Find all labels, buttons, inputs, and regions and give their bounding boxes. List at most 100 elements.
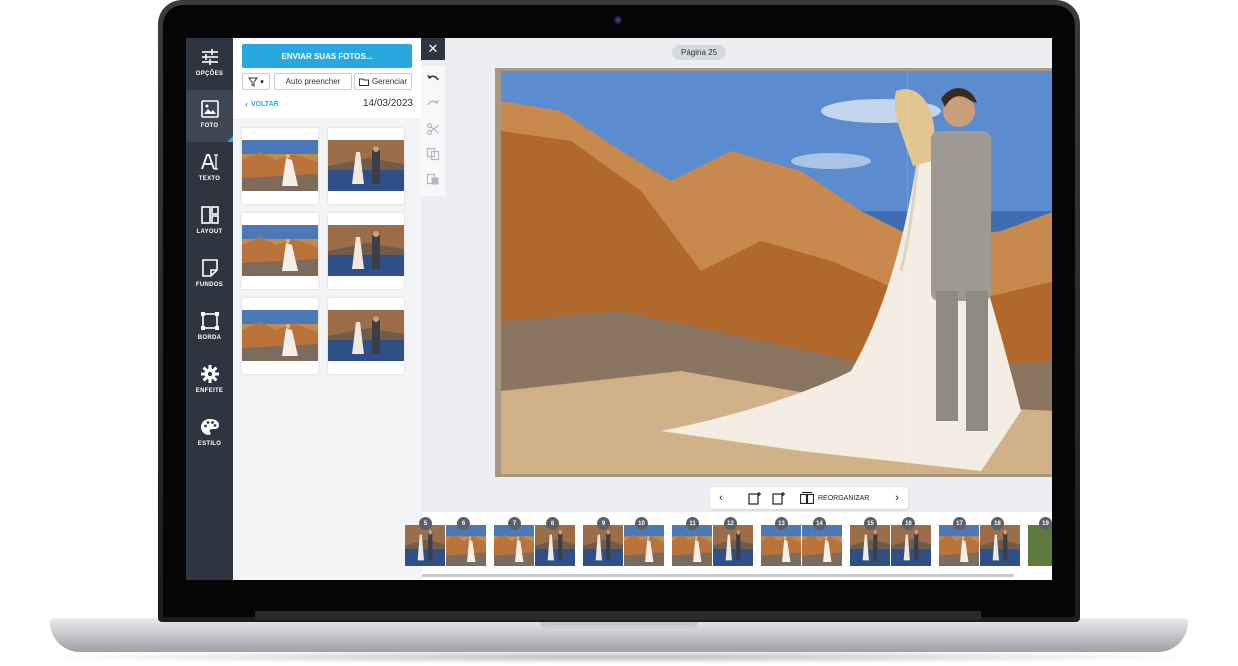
tool-label: ENFEITE	[195, 388, 224, 394]
image-icon	[200, 100, 219, 118]
previous-page-button[interactable]: ‹	[710, 487, 732, 509]
photo-thumbnail[interactable]	[242, 128, 318, 204]
page-thumbnail-image	[713, 525, 753, 566]
edit-toolbar	[421, 66, 445, 196]
paste-icon[interactable]	[426, 172, 440, 186]
page-number: 8	[546, 517, 559, 530]
page-strip-scrollbar[interactable]	[422, 574, 1014, 577]
page-number: 11	[686, 517, 699, 530]
manage-button[interactable]: Gerenciar	[354, 73, 412, 90]
border-icon	[200, 312, 219, 330]
page-thumbnail[interactable]	[850, 525, 931, 566]
photo-thumbnail[interactable]	[328, 213, 404, 289]
gear-icon	[200, 365, 219, 383]
tool-label: FUNDOS	[195, 282, 224, 288]
scissors-icon[interactable]	[426, 122, 440, 136]
page-navigation: ‹ REORGANIZAR ›	[710, 487, 908, 509]
chevron-left-icon: ‹	[719, 492, 723, 504]
folder-icon	[358, 78, 369, 86]
page-thumbnail-image	[802, 525, 842, 566]
filter-button[interactable]: ▾	[242, 73, 270, 90]
undo-icon[interactable]	[426, 72, 440, 86]
reorganize-button[interactable]: REORGANIZAR	[800, 487, 869, 509]
photo-thumbnail[interactable]	[328, 298, 404, 374]
page-thumbnail-image	[1028, 525, 1052, 566]
tool-label: BORDA	[197, 335, 222, 341]
tool-ornament[interactable]: ENFEITE	[186, 355, 233, 407]
close-panel-button[interactable]: ✕	[421, 38, 445, 60]
palette-icon	[200, 419, 219, 435]
add-page-after-icon[interactable]	[772, 491, 786, 505]
photo-panel: ENVIAR SUAS FOTOS... ▾ Auto preencher Ge…	[233, 38, 421, 580]
page-thumbnail[interactable]	[672, 525, 753, 566]
tool-label: FOTO	[200, 123, 219, 129]
page-thumbnail-image	[672, 525, 712, 566]
page-number: 19	[1039, 517, 1052, 530]
album-date: 14/03/2023	[362, 98, 413, 109]
page-number: 10	[635, 517, 648, 530]
page-thumbnail-image	[624, 525, 664, 566]
page-thumbnail-image	[939, 525, 979, 566]
next-page-button[interactable]: ›	[886, 487, 908, 509]
tool-label: LAYOUT	[196, 229, 223, 235]
page-number: 13	[775, 517, 788, 530]
page-thumbnail-image	[405, 525, 445, 566]
spread-fold-line	[907, 71, 908, 474]
app-screen: OPÇÕES FOTO TEXTO LAYOUT FUNDOS BORDA EN…	[186, 38, 1052, 580]
page-thumbnail-image	[891, 525, 931, 566]
page-thumbnail-image	[535, 525, 575, 566]
tool-style[interactable]: ESTILO	[186, 408, 233, 460]
page-number: 16	[902, 517, 915, 530]
tool-options[interactable]: OPÇÕES	[186, 38, 233, 90]
page-number: 6	[457, 517, 470, 530]
reorganize-label: REORGANIZAR	[818, 494, 870, 502]
add-page-before-icon[interactable]	[748, 491, 762, 505]
photo-thumbnail-image	[242, 310, 318, 361]
page-thumbnail[interactable]	[405, 525, 486, 566]
tool-layout[interactable]: LAYOUT	[186, 196, 233, 248]
manage-label: Gerenciar	[371, 77, 408, 86]
page-thumbnail[interactable]	[494, 525, 575, 566]
album-spread[interactable]	[495, 68, 1052, 477]
auto-fill-button[interactable]: Auto preencher	[274, 73, 352, 90]
photo-thumbnail[interactable]	[242, 298, 318, 374]
page-thumbnail[interactable]	[939, 525, 1020, 566]
reorganize-icon	[800, 492, 814, 504]
page-thumbnail[interactable]	[583, 525, 664, 566]
photo-thumbnail-image	[328, 225, 404, 276]
back-label: VOLTAR	[251, 100, 279, 108]
chevron-left-icon: ‹	[245, 99, 248, 109]
page-strip: 5 6 7 8 9 10 11 12 13 14 15 16 17 18 19	[422, 512, 1052, 580]
page-indicator: Página 25	[672, 45, 726, 60]
photo-thumbnail[interactable]	[242, 213, 318, 289]
page-number: 18	[991, 517, 1004, 530]
page-number: 9	[597, 517, 610, 530]
photo-thumbnail-image	[328, 140, 404, 191]
tool-backgrounds[interactable]: FUNDOS	[186, 249, 233, 301]
photo-thumbnail[interactable]	[328, 128, 404, 204]
page-thumbnail-image	[980, 525, 1020, 566]
page-thumbnail-image	[850, 525, 890, 566]
upload-photos-button[interactable]: ENVIAR SUAS FOTOS...	[242, 44, 412, 68]
page-thumbnail[interactable]	[1028, 525, 1052, 566]
page-thumbnail-image	[446, 525, 486, 566]
page-number: 17	[953, 517, 966, 530]
page-number: 15	[864, 517, 877, 530]
page-number: 7	[508, 517, 521, 530]
redo-icon[interactable]	[426, 97, 440, 111]
page-thumbnail[interactable]	[761, 525, 842, 566]
tool-border[interactable]: BORDA	[186, 302, 233, 354]
spread-photo[interactable]	[501, 71, 1052, 474]
filter-icon	[248, 77, 259, 87]
tool-label: TEXTO	[198, 176, 221, 182]
back-link[interactable]: ‹ VOLTAR	[245, 99, 279, 109]
photo-panel-header: ENVIAR SUAS FOTOS... ▾ Auto preencher Ge…	[233, 38, 421, 118]
page-thumbnail-image	[494, 525, 534, 566]
copy-icon[interactable]	[426, 147, 440, 161]
chevron-down-icon: ▾	[260, 78, 264, 86]
laptop-shadow	[30, 650, 1208, 664]
page-number: 5	[419, 517, 432, 530]
photo-thumbnail-image	[242, 225, 318, 276]
tool-text[interactable]: TEXTO	[186, 143, 233, 195]
tool-photo[interactable]: FOTO	[186, 90, 233, 142]
